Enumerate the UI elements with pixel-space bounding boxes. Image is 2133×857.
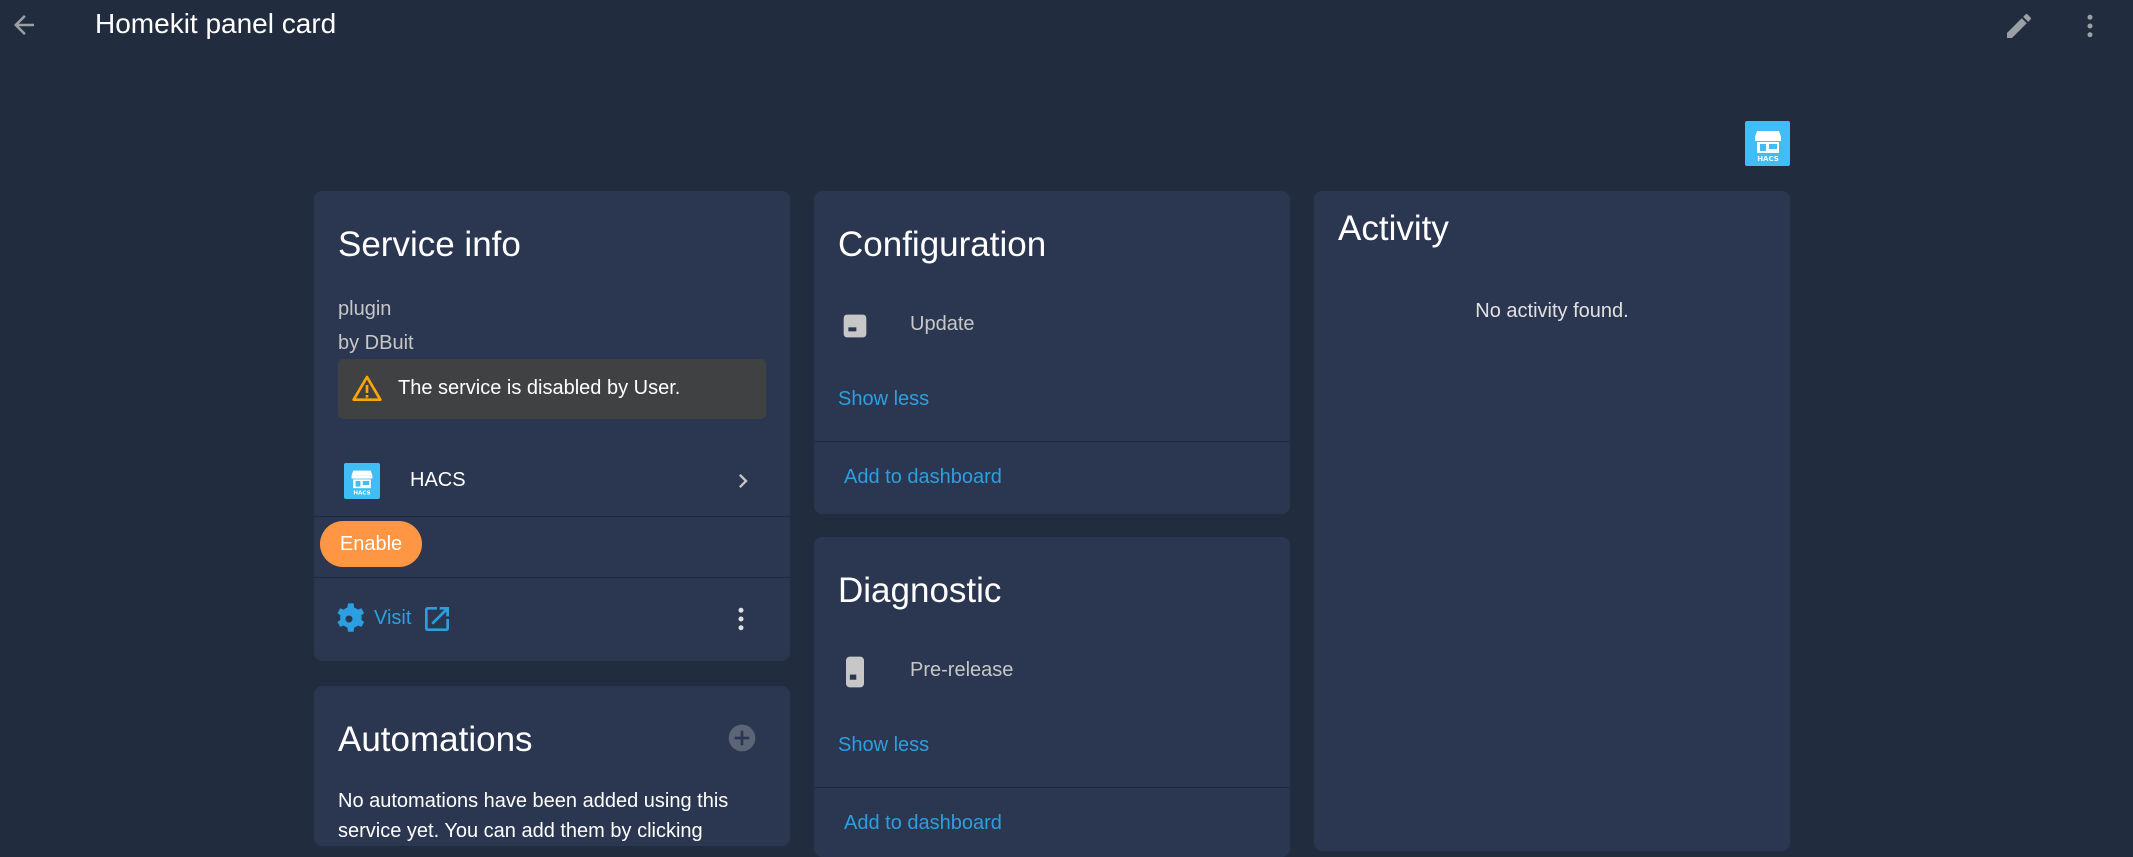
- configuration-title: Configuration: [838, 225, 1047, 264]
- warning-text: The service is disabled by User.: [398, 377, 681, 399]
- diagnostic-card: Diagnostic Pre-release Show less Add to …: [814, 537, 1290, 857]
- automations-empty-text: No automations have been added using thi…: [338, 790, 729, 842]
- divider: [314, 516, 790, 517]
- service-info-card: Service info plugin by DBuit The service…: [314, 191, 790, 661]
- chevron-right-icon: [739, 474, 748, 488]
- hacs-icon: HACS: [1754, 130, 1781, 163]
- diagnostic-show-less-link[interactable]: Show less: [838, 734, 929, 757]
- remote-icon: [846, 656, 864, 688]
- automations-title: Automations: [338, 720, 533, 759]
- chevron-right-wrap: [727, 465, 759, 497]
- diagnostic-add-to-dashboard-button[interactable]: Add to dashboard: [844, 812, 1002, 835]
- overflow-menu-button[interactable]: [2070, 8, 2110, 44]
- automations-card: Automations No automations have been add…: [314, 686, 790, 846]
- entity-label-pre-release: Pre-release: [910, 659, 1014, 681]
- cog-icon: [337, 603, 365, 632]
- hacs-brand-logo: HACS: [1745, 121, 1790, 166]
- arrow-left-icon: [14, 15, 34, 35]
- dots-vertical-icon: [2087, 14, 2093, 38]
- config-show-less-link[interactable]: Show less: [838, 388, 929, 411]
- activity-empty-text: No activity found.: [1475, 300, 1629, 322]
- divider: [814, 441, 1290, 442]
- entity-label-update: Update: [910, 313, 975, 335]
- entity-row-update[interactable]: Update: [814, 301, 1290, 351]
- device-logo: HACS: [344, 463, 380, 499]
- divider: [814, 787, 1290, 788]
- open-in-new-icon: [425, 607, 449, 631]
- edit-button[interactable]: [1999, 8, 2039, 44]
- add-automation-button[interactable]: [724, 720, 760, 756]
- activity-card: Activity No activity found.: [1314, 191, 1790, 851]
- diagnostic-title: Diagnostic: [838, 571, 1002, 610]
- service-info-title: Service info: [338, 225, 521, 264]
- package-icon-wrap: [838, 309, 872, 343]
- hacs-logo-label: HACS: [1757, 155, 1779, 163]
- card-menu-button[interactable]: [724, 602, 758, 636]
- service-author: by DBuit: [338, 332, 414, 354]
- dots-vertical-icon: [738, 607, 744, 631]
- configuration-card: Configuration Update Show less Add to da…: [814, 191, 1290, 514]
- device-row-hacs[interactable]: HACS HACS: [314, 449, 790, 513]
- alert-icon: [352, 375, 382, 401]
- pencil-icon: [2007, 13, 2032, 38]
- disabled-warning: The service is disabled by User.: [338, 359, 766, 419]
- visit-link[interactable]: Visit: [374, 607, 411, 630]
- open-in-new-wrap[interactable]: [420, 602, 454, 636]
- device-name: HACS: [410, 469, 466, 491]
- device-logo-label: HACS: [353, 491, 370, 497]
- top-app-bar: Homekit panel card: [0, 0, 2133, 56]
- service-type: plugin: [338, 298, 392, 320]
- cog-icon-wrap[interactable]: [332, 602, 366, 636]
- plus-circle-icon: [728, 724, 756, 752]
- config-add-to-dashboard-button[interactable]: Add to dashboard: [844, 466, 1002, 489]
- remote-icon-wrap: [838, 653, 872, 691]
- activity-title: Activity: [1338, 209, 1449, 248]
- hacs-icon: HACS: [351, 470, 373, 497]
- entity-row-pre-release[interactable]: Pre-release: [814, 647, 1290, 697]
- divider: [314, 577, 790, 578]
- page-title: Homekit panel card: [95, 8, 337, 39]
- warning-icon-wrap: [350, 373, 384, 405]
- enable-button[interactable]: Enable: [320, 521, 422, 567]
- package-icon: [843, 314, 867, 338]
- back-button[interactable]: [7, 8, 41, 42]
